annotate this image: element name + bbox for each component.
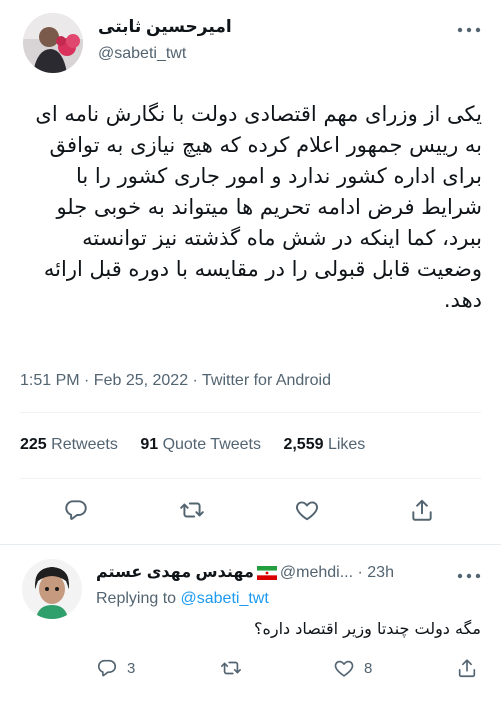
replying-to-mention[interactable]: @sabeti_twt	[181, 590, 269, 607]
reply-more-options-button[interactable]	[456, 568, 482, 584]
replying-to: Replying to @sabeti_twt	[96, 590, 269, 608]
divider	[20, 478, 481, 479]
quote-tweets-count: 91	[140, 436, 159, 453]
likes-count: 2,559	[283, 436, 324, 453]
heart-icon	[296, 501, 318, 521]
reply-reply-count: 3	[127, 659, 136, 677]
reply-author-handle[interactable]: @mehdi...	[280, 564, 353, 581]
retweets-count: 225	[20, 436, 47, 453]
author-avatar-image	[23, 13, 83, 73]
reply-button[interactable]	[63, 497, 89, 523]
replying-to-label: Replying to	[96, 590, 177, 607]
tweet-text: یکی از وزرای مهم اقتصادی دولت با نگارش ن…	[35, 102, 482, 312]
divider	[20, 412, 481, 413]
reply-author-avatar[interactable]	[22, 559, 82, 619]
separator-dot: ·	[357, 564, 363, 581]
reply-like-button[interactable]: 8	[333, 657, 372, 679]
tweet-timestamp[interactable]: 1:51 PM · Feb 25, 2022 · Twitter for And…	[20, 372, 331, 390]
reply-icon	[97, 659, 117, 677]
heart-icon	[334, 660, 354, 677]
reply-retweet-button[interactable]	[220, 657, 242, 679]
reply-author-name[interactable]: مهندس مهدی عستم	[96, 564, 254, 581]
retweets-label: Retweets	[51, 436, 118, 453]
more-options-button[interactable]	[456, 22, 482, 38]
retweet-icon	[180, 502, 204, 518]
reply-header: مهندس مهدی عستم @mehdi... · 23h	[96, 562, 394, 582]
more-horizontal-icon	[457, 573, 481, 579]
author-name[interactable]: امیرحسین ثابتی	[98, 17, 232, 37]
retweets-stat[interactable]: 225 Retweets	[20, 436, 118, 454]
reply-time[interactable]: 23h	[367, 564, 394, 581]
iran-flag-icon	[256, 566, 277, 580]
share-icon	[412, 499, 432, 521]
quote-tweets-label: Quote Tweets	[162, 436, 261, 453]
author-avatar[interactable]	[23, 13, 83, 73]
reply-text: مگه دولت چندتا وزیر اقتصاد داره؟	[254, 619, 481, 638]
reply-share-button[interactable]	[456, 657, 478, 679]
reply-reply-button[interactable]: 3	[96, 657, 135, 679]
more-horizontal-icon	[457, 27, 481, 33]
reply-avatar-image	[22, 559, 82, 619]
reply-tweet[interactable]: مهندس مهدی عستم @mehdi... · 23h Replying…	[0, 546, 501, 701]
likes-label: Likes	[327, 436, 366, 453]
retweet-icon	[221, 661, 241, 675]
quote-tweets-stat[interactable]: 91 Quote Tweets	[140, 436, 261, 454]
tweet-actions	[0, 495, 501, 525]
main-tweet: امیرحسین ثابتی @sabeti_twt یکی از وزرای …	[0, 0, 501, 544]
reply-actions: 3 8	[0, 654, 501, 684]
share-icon	[458, 659, 476, 678]
tweet-stats: 225 Retweets 91 Quote Tweets 2,559 Likes	[20, 436, 383, 454]
author-handle[interactable]: @sabeti_twt	[98, 45, 186, 63]
share-button[interactable]	[409, 497, 435, 523]
retweet-button[interactable]	[179, 497, 205, 523]
likes-stat[interactable]: 2,559 Likes	[283, 436, 365, 454]
like-button[interactable]	[294, 497, 320, 523]
reply-icon	[65, 500, 87, 520]
section-divider	[0, 544, 501, 545]
reply-like-count: 8	[364, 659, 373, 677]
